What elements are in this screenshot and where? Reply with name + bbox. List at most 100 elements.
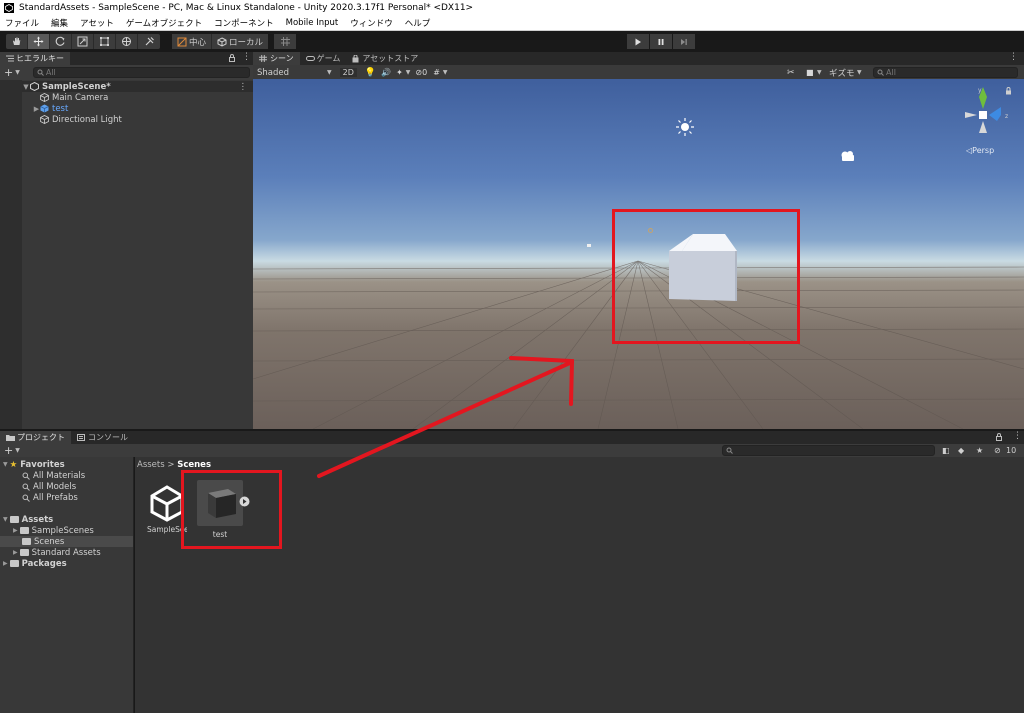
assets-root-row[interactable]: ▼ Assets [3,514,53,525]
folder-row-selected[interactable]: Scenes [0,536,133,547]
menu-edit[interactable]: 編集 [51,17,68,29]
project-search-input[interactable] [722,445,935,456]
folder-row[interactable]: ▶ Standard Assets [13,547,101,558]
2d-toggle[interactable]: 2D [339,68,357,77]
collapse-arrow-icon[interactable]: ▶ [3,560,8,567]
audio-toggle-icon[interactable]: 🔊 [381,68,391,77]
grid-icon [259,55,267,62]
dropdown-caret-icon[interactable]: ▼ [327,69,332,76]
menu-assets[interactable]: アセット [80,17,114,29]
search-by-type-icon[interactable]: ◧ [942,446,950,455]
breadcrumb-separator: > [167,460,178,470]
folder-row[interactable]: ▶ SampleScenes [13,525,94,536]
move-tool-button[interactable] [28,34,50,49]
project-tab-label: プロジェクト [17,433,65,442]
dropdown-caret-icon[interactable]: ▼ [817,69,822,76]
favorite-item[interactable]: All Models [22,481,76,492]
breadcrumb-root[interactable]: Assets [137,460,165,470]
rect-tool-button[interactable] [94,34,116,49]
hand-tool-button[interactable] [6,34,28,49]
favorite-star-icon[interactable]: ★ [976,446,983,455]
menu-file[interactable]: ファイル [5,17,39,29]
lock-icon[interactable] [995,433,1003,441]
collapse-arrow-icon[interactable]: ▶ [13,527,18,534]
unity-scene-icon [30,82,39,91]
collapse-arrow-icon[interactable]: ▶ [13,549,18,556]
menu-help[interactable]: ヘルプ [405,17,431,29]
create-plus-icon[interactable]: + [4,66,13,79]
camera-icon[interactable]: ■ [806,68,814,77]
tab-game[interactable]: ゲーム [300,52,347,65]
grid-toggle-icon[interactable]: # [433,68,440,77]
pause-button[interactable] [650,34,672,49]
hierarchy-item[interactable]: Directional Light [22,114,253,125]
dropdown-caret-icon[interactable]: ▼ [443,69,448,76]
tab-project[interactable]: プロジェクト [0,431,71,444]
create-plus-icon[interactable]: + [4,444,13,457]
menu-component[interactable]: コンポーネント [214,17,274,29]
tab-console[interactable]: コンソール [71,431,134,444]
menu-window[interactable]: ウィンドウ [350,17,393,29]
collapse-arrow-icon[interactable]: ▶ [33,105,40,113]
expand-arrow-icon[interactable]: ▼ [3,461,8,468]
dropdown-caret-icon[interactable]: ▼ [406,69,411,76]
favorite-item[interactable]: All Prefabs [22,492,78,503]
window-title: StandardAssets - SampleScene - PC, Mac &… [19,2,474,13]
favorites-row[interactable]: ▼ ★ Favorites [3,459,65,470]
expand-arrow-icon[interactable]: ▼ [22,83,30,91]
dropdown-caret-icon[interactable]: ▼ [15,447,20,454]
menu-gameobject[interactable]: ゲームオブジェクト [126,17,202,29]
gameobject-icon [40,93,49,102]
hierarchy-toolbar: + ▼ All [0,65,253,80]
hidden-packages-icon[interactable]: ⊘ [994,446,1001,455]
scene-search-input[interactable]: All [873,67,1018,78]
tab-scene[interactable]: シーン [253,52,300,65]
expand-arrow-icon[interactable]: ▼ [3,516,8,523]
projection-toggle[interactable]: ◁Persp [966,146,994,155]
shading-mode-dropdown[interactable]: Shaded [257,68,289,78]
grid-snap-button[interactable] [274,34,297,49]
lighting-toggle-icon[interactable]: 💡 [365,68,376,78]
lock-icon[interactable] [1005,87,1012,95]
scene-row[interactable]: ▼ SampleScene* ⋮ [22,81,253,92]
hierarchy-item-label: Directional Light [52,114,122,125]
pivot-center-toggle[interactable]: 中心 [172,34,213,49]
pivot-space-toggle[interactable]: ローカル [212,34,269,49]
packages-row[interactable]: ▶ Packages [3,558,67,569]
hierarchy-item-selected[interactable]: ▶ test [22,103,253,114]
search-icon [726,447,733,454]
tab-hierarchy[interactable]: ヒエラルキー [0,52,70,65]
menu-mobile-input[interactable]: Mobile Input [286,18,339,28]
scale-tool-button[interactable] [72,34,94,49]
gizmos-dropdown[interactable]: ギズモ [829,67,855,79]
camera-gizmo-icon[interactable] [839,149,857,163]
effects-toggle-icon[interactable]: ✦ [396,68,403,77]
folder-label: Standard Assets [31,547,101,558]
asset-store-tab-label: アセットストア [362,54,419,63]
hierarchy-tabbar: ヒエラルキー ⋮ [0,52,253,65]
custom-tool-button[interactable] [138,34,160,49]
label-icon[interactable]: ◆ [958,446,964,455]
favorite-item[interactable]: All Materials [22,470,85,481]
folder-label: Scenes [34,536,65,547]
dropdown-caret-icon[interactable]: ▼ [857,69,862,76]
panel-menu-icon[interactable]: ⋮ [242,52,251,62]
tools-icon[interactable]: ✂ [787,68,795,78]
panel-menu-icon[interactable]: ⋮ [1013,431,1022,441]
hierarchy-item[interactable]: Main Camera [22,92,253,103]
breadcrumb-current[interactable]: Scenes [177,460,211,470]
step-button[interactable] [673,34,695,49]
play-controls [627,34,696,49]
transform-tool-button[interactable] [116,34,138,49]
visibility-icon[interactable]: ⊘ [415,68,422,77]
rotate-tool-button[interactable] [50,34,72,49]
panel-menu-icon[interactable]: ⋮ [1009,52,1018,62]
dropdown-caret-icon[interactable]: ▼ [15,69,20,76]
hierarchy-search-input[interactable]: All [32,67,250,78]
play-button[interactable] [627,34,649,49]
scene-search-placeholder: All [886,68,896,77]
directional-light-icon[interactable] [675,117,695,137]
tab-asset-store[interactable]: アセットストア [346,52,424,65]
scene-menu-icon[interactable]: ⋮ [239,82,248,92]
lock-icon[interactable] [228,54,236,62]
